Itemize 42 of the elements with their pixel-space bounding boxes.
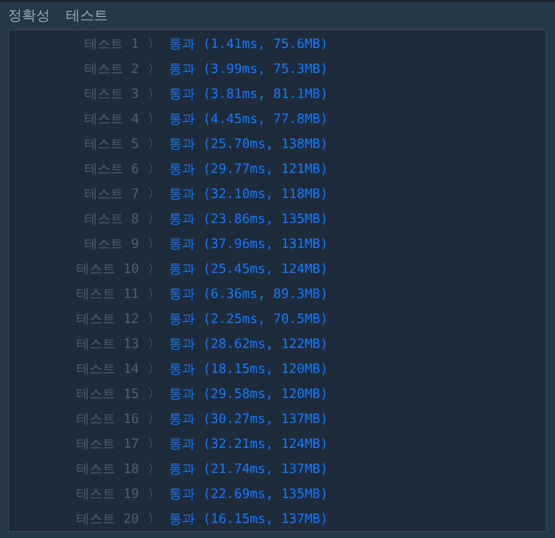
test-result: 통과 (2.25ms, 70.5MB): [169, 310, 330, 328]
test-result: 통과 (21.74ms, 137MB): [169, 460, 330, 478]
test-result: 통과 (29.58ms, 120MB): [169, 386, 330, 402]
chevron-icon: 〉: [139, 110, 169, 128]
test-result: 통과 (4.45ms, 77.8MB): [169, 110, 330, 128]
chevron-icon: 〉: [139, 160, 169, 178]
test-result: 통과 (25.45ms, 124MB): [169, 260, 330, 278]
test-result: 통과 (37.96ms, 131MB): [169, 236, 330, 252]
test-result: 통과 (22.69ms, 135MB): [169, 486, 330, 502]
test-result: 통과 (23.86ms, 135MB): [169, 210, 330, 228]
chevron-icon: 〉: [139, 234, 169, 252]
chevron-icon: 〉: [139, 184, 169, 202]
test-result: 통과 (28.62ms, 122MB): [169, 336, 330, 352]
chevron-icon: 〉: [139, 460, 169, 478]
test-result: 통과 (32.10ms, 118MB): [169, 186, 330, 202]
chevron-icon: 〉: [139, 434, 169, 452]
chevron-icon: 〉: [139, 60, 169, 78]
test-result: 통과 (32.21ms, 124MB): [169, 436, 330, 452]
chevron-icon: 〉: [139, 84, 169, 102]
chevron-icon: 〉: [139, 334, 169, 352]
chevron-icon: 〉: [139, 210, 169, 228]
chevron-icon: 〉: [139, 260, 169, 278]
test-result: 통과 (30.27ms, 137MB): [169, 410, 330, 428]
chevron-icon: 〉: [139, 360, 169, 378]
chevron-icon: 〉: [139, 134, 169, 152]
chevron-icon: 〉: [139, 510, 169, 528]
test-result: 통과 (3.99ms, 75.3MB): [169, 60, 330, 78]
chevron-icon: 〉: [139, 484, 169, 502]
chevron-icon: 〉: [139, 410, 169, 428]
chevron-icon: 〉: [139, 310, 169, 328]
test-result: 통과 (1.41ms, 75.6MB): [169, 36, 330, 52]
chevron-icon: 〉: [139, 384, 169, 402]
test-result: 통과 (29.77ms, 121MB): [169, 160, 330, 178]
section-subtitle: 테스트: [66, 6, 108, 24]
test-result: 통과 (6.36ms, 89.3MB): [169, 286, 330, 302]
test-result: 통과 (25.70ms, 138MB): [169, 136, 330, 152]
chevron-icon: 〉: [139, 34, 169, 52]
section-title: 정확성: [8, 6, 50, 24]
test-result: 통과 (3.81ms, 81.1MB): [169, 86, 330, 102]
test-result: 통과 (18.15ms, 120MB): [169, 360, 330, 378]
test-result: 통과 (16.15ms, 137MB): [169, 510, 330, 528]
chevron-icon: 〉: [139, 284, 169, 302]
